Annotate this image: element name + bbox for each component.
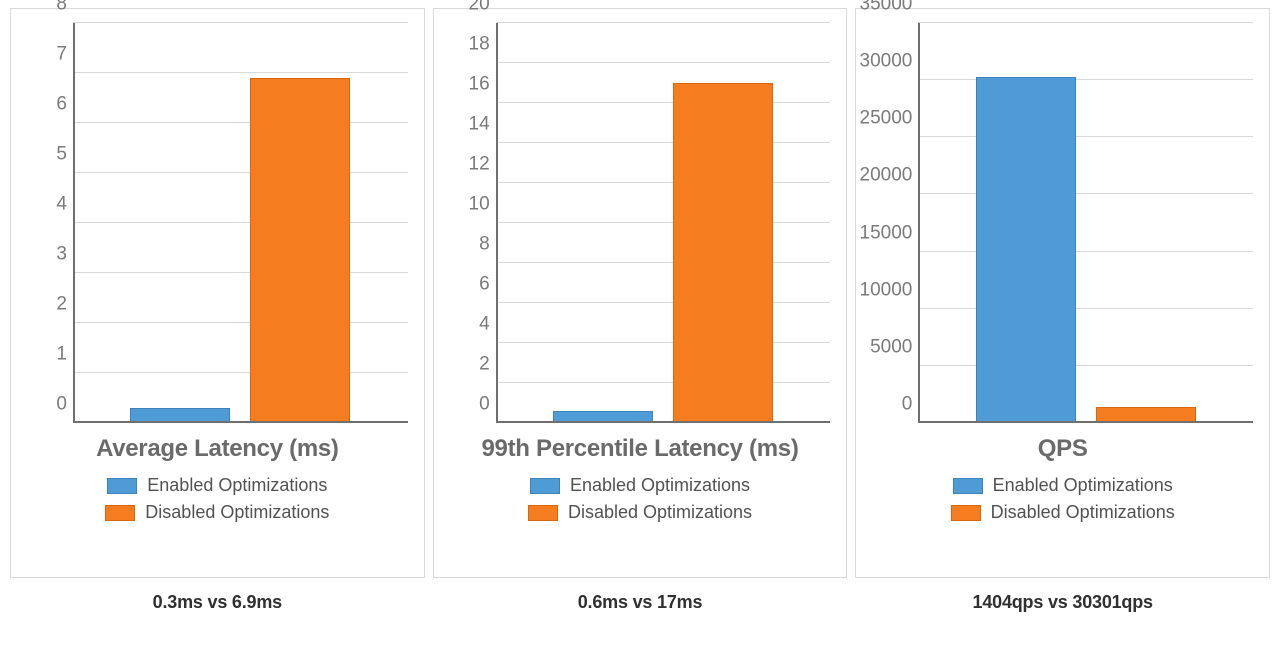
legend-label-enabled: Enabled Optimizations	[993, 475, 1173, 496]
y-tick-label: 0	[479, 395, 490, 414]
swatch-disabled-icon	[105, 505, 135, 521]
panel-qps: 05000100001500020000250003000035000 QPS …	[855, 8, 1270, 578]
y-tick-label: 10000	[860, 280, 913, 299]
legend: Enabled Optimizations Disabled Optimizat…	[864, 475, 1261, 523]
legend-item-enabled: Enabled Optimizations	[530, 475, 750, 496]
x-axis-line	[496, 421, 831, 423]
y-tick-label: 5000	[870, 337, 912, 356]
y-axis-labels: 05000100001500020000250003000035000	[864, 23, 918, 423]
caption-avg-latency: 0.3ms vs 6.9ms	[10, 592, 425, 613]
y-tick-label: 2	[56, 295, 67, 314]
y-axis-labels: 02468101214161820	[442, 23, 496, 423]
legend-item-disabled: Disabled Optimizations	[528, 502, 752, 523]
caption-qps: 1404qps vs 30301qps	[855, 592, 1270, 613]
y-tick-label: 14	[469, 115, 490, 134]
panel-title: QPS	[864, 435, 1261, 463]
plot-qps: 05000100001500020000250003000035000	[864, 23, 1261, 423]
swatch-disabled-icon	[951, 505, 981, 521]
legend: Enabled Optimizations Disabled Optimizat…	[19, 475, 416, 523]
legend-label-disabled: Disabled Optimizations	[568, 502, 752, 523]
y-tick-label: 8	[56, 0, 67, 14]
y-tick-label: 16	[469, 75, 490, 94]
legend: Enabled Optimizations Disabled Optimizat…	[442, 475, 839, 523]
bar-disabled	[250, 78, 350, 423]
charts-row: 012345678 Average Latency (ms) Enabled O…	[10, 8, 1270, 578]
captions-row: 0.3ms vs 6.9ms 0.6ms vs 17ms 1404qps vs …	[10, 592, 1270, 613]
y-tick-label: 6	[56, 95, 67, 114]
y-tick-label: 10	[469, 195, 490, 214]
y-tick-label: 4	[479, 315, 490, 334]
panel-p99-latency: 02468101214161820 99th Percentile Latenc…	[433, 8, 848, 578]
legend-item-disabled: Disabled Optimizations	[105, 502, 329, 523]
caption-p99-latency: 0.6ms vs 17ms	[433, 592, 848, 613]
bar-disabled	[673, 83, 773, 423]
plot-p99-latency: 02468101214161820	[442, 23, 839, 423]
y-tick-label: 35000	[860, 0, 913, 14]
legend-label-disabled: Disabled Optimizations	[145, 502, 329, 523]
y-tick-label: 5	[56, 145, 67, 164]
swatch-disabled-icon	[528, 505, 558, 521]
legend-label-enabled: Enabled Optimizations	[147, 475, 327, 496]
y-tick-label: 8	[479, 235, 490, 254]
panel-avg-latency: 012345678 Average Latency (ms) Enabled O…	[10, 8, 425, 578]
swatch-enabled-icon	[107, 478, 137, 494]
legend-item-enabled: Enabled Optimizations	[953, 475, 1173, 496]
legend-label-disabled: Disabled Optimizations	[991, 502, 1175, 523]
plot-avg-latency: 012345678	[19, 23, 416, 423]
charts-stage: 012345678 Average Latency (ms) Enabled O…	[0, 0, 1280, 653]
bars-group	[73, 23, 408, 423]
y-tick-label: 18	[469, 35, 490, 54]
y-tick-label: 30000	[860, 52, 913, 71]
y-tick-label: 25000	[860, 109, 913, 128]
y-axis-labels: 012345678	[19, 23, 73, 423]
x-axis-line	[73, 421, 408, 423]
legend-item-enabled: Enabled Optimizations	[107, 475, 327, 496]
y-tick-label: 1	[56, 345, 67, 364]
y-tick-label: 15000	[860, 223, 913, 242]
bars-group	[496, 23, 831, 423]
swatch-enabled-icon	[530, 478, 560, 494]
panel-title: 99th Percentile Latency (ms)	[442, 435, 839, 463]
y-tick-label: 0	[902, 395, 913, 414]
y-tick-label: 4	[56, 195, 67, 214]
panel-title: Average Latency (ms)	[19, 435, 416, 463]
x-axis-line	[918, 421, 1253, 423]
bars-group	[918, 23, 1253, 423]
swatch-enabled-icon	[953, 478, 983, 494]
y-tick-label: 6	[479, 275, 490, 294]
legend-item-disabled: Disabled Optimizations	[951, 502, 1175, 523]
y-tick-label: 20000	[860, 166, 913, 185]
bar-enabled	[976, 77, 1076, 423]
y-tick-label: 12	[469, 155, 490, 174]
y-tick-label: 3	[56, 245, 67, 264]
y-tick-label: 20	[469, 0, 490, 14]
y-tick-label: 2	[479, 355, 490, 374]
y-tick-label: 7	[56, 45, 67, 64]
y-tick-label: 0	[56, 395, 67, 414]
legend-label-enabled: Enabled Optimizations	[570, 475, 750, 496]
